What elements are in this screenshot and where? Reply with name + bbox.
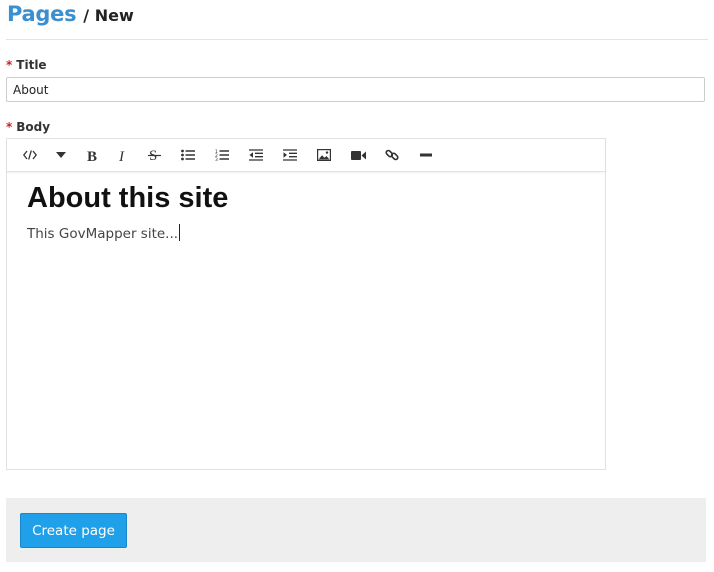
- bulleted-list-icon: [181, 149, 195, 161]
- create-page-button[interactable]: Create page: [20, 513, 127, 548]
- strikethrough-button[interactable]: S: [137, 141, 171, 169]
- editor-content-area[interactable]: About this site This GovMapper site...: [7, 172, 605, 252]
- rich-text-editor: B I S 123 About th: [6, 138, 606, 470]
- editor-paragraph[interactable]: This GovMapper site...: [27, 224, 585, 242]
- indent-button[interactable]: [273, 141, 307, 169]
- format-dropdown-button[interactable]: [47, 141, 75, 169]
- editor-toolbar: B I S 123: [7, 139, 605, 172]
- breadcrumb-current: / New: [83, 6, 134, 25]
- bold-button[interactable]: B: [75, 141, 109, 169]
- numbered-list-button[interactable]: 123: [205, 141, 239, 169]
- link-icon: [385, 148, 399, 162]
- svg-text:B: B: [87, 149, 97, 162]
- video-icon: [350, 150, 366, 161]
- strikethrough-icon: S: [147, 148, 161, 162]
- title-input[interactable]: [6, 77, 705, 102]
- code-view-icon: [23, 150, 37, 160]
- horizontal-rule-button[interactable]: [409, 141, 443, 169]
- breadcrumb: Pages / New: [7, 2, 134, 34]
- outdent-button[interactable]: [239, 141, 273, 169]
- editor-heading[interactable]: About this site: [27, 182, 585, 215]
- code-view-button[interactable]: [13, 141, 47, 169]
- image-icon: [317, 149, 331, 161]
- horizontal-rule-icon: [420, 153, 432, 157]
- italic-icon: I: [119, 149, 128, 162]
- title-label: * Title: [6, 58, 47, 72]
- insert-video-button[interactable]: [341, 141, 375, 169]
- editor-paragraph-text[interactable]: This GovMapper site...: [27, 226, 178, 242]
- form-actions-bar: Create page: [6, 498, 706, 562]
- text-caret: [179, 224, 181, 241]
- bold-icon: B: [87, 149, 98, 162]
- insert-image-button[interactable]: [307, 141, 341, 169]
- title-label-text: Title: [16, 58, 47, 72]
- body-label: * Body: [6, 120, 50, 134]
- bulleted-list-button[interactable]: [171, 141, 205, 169]
- breadcrumb-pages-link[interactable]: Pages: [7, 2, 77, 26]
- caret-down-icon: [56, 152, 66, 158]
- svg-text:I: I: [119, 149, 125, 162]
- body-label-text: Body: [16, 120, 51, 134]
- outdent-icon: [249, 149, 263, 161]
- indent-icon: [283, 149, 297, 161]
- italic-button[interactable]: I: [109, 141, 137, 169]
- svg-text:3: 3: [215, 157, 218, 161]
- insert-link-button[interactable]: [375, 141, 409, 169]
- header-divider: [6, 39, 708, 40]
- required-marker: *: [6, 120, 13, 134]
- numbered-list-icon: 123: [215, 149, 229, 161]
- required-marker: *: [6, 58, 13, 72]
